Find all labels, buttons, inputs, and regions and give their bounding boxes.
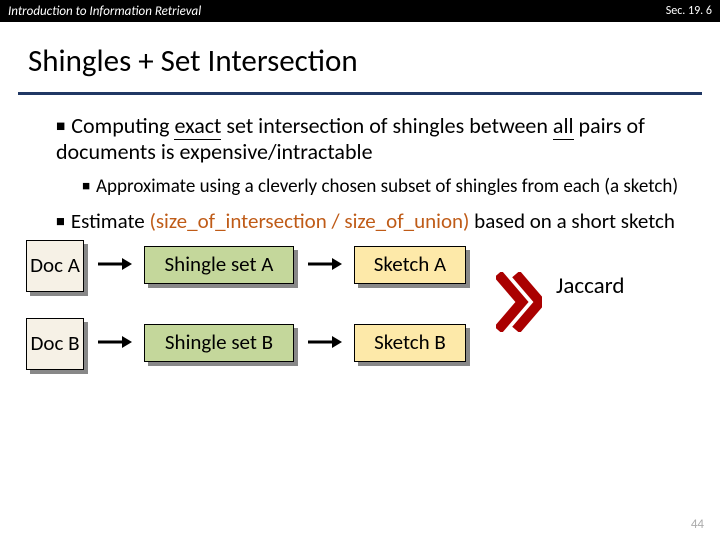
box-shingle-a: Shingle set A xyxy=(144,246,294,284)
arrow-icon xyxy=(306,332,342,352)
bullet-1: ■ Computing exact set intersection of shi… xyxy=(56,113,692,166)
bullet-3: ■ Estimate (size_of_intersection / size_o… xyxy=(56,209,692,234)
page-number: 44 xyxy=(691,517,704,532)
topbar: Introduction to Information Retrieval Se… xyxy=(0,0,720,22)
b3-text-post: based on a short sketch xyxy=(469,208,674,234)
box-sketch-a: Sketch A xyxy=(354,246,466,284)
chevron-right-icon xyxy=(496,272,542,337)
b1-text-mid: set intersection of shingles between xyxy=(221,112,552,139)
arrow-icon xyxy=(96,254,132,274)
page-title: Shingles + Set Intersection xyxy=(28,42,700,80)
box-doc-a: Doc A xyxy=(26,240,84,292)
b3-text-orange: (size_of_intersection / size_of_union) xyxy=(149,208,469,234)
bullet-icon: ■ xyxy=(56,118,65,135)
b3-text-pre: Estimate xyxy=(71,208,150,234)
bullet-icon: ■ xyxy=(56,214,65,230)
bullet-icon: ■ xyxy=(82,178,90,193)
b1-u2: all xyxy=(553,112,574,140)
b1-u1: exact xyxy=(174,112,221,140)
flow-diagram: Doc A Shingle set A Sketch A Doc B Shing… xyxy=(26,240,666,390)
bullet-2: ■ Approximate using a cleverly chosen sub… xyxy=(82,176,692,199)
title-area: Shingles + Set Intersection xyxy=(0,22,720,88)
box-sketch-b: Sketch B xyxy=(354,324,466,362)
jaccard-label: Jaccard xyxy=(556,272,624,300)
section-label: Sec. 19. 6 xyxy=(666,4,712,18)
b1-text-pre: Computing xyxy=(71,112,174,139)
box-doc-b: Doc B xyxy=(26,318,84,370)
box-shingle-b: Shingle set B xyxy=(144,324,294,362)
arrow-icon xyxy=(306,254,342,274)
b2-text: Approximate using a cleverly chosen subs… xyxy=(96,175,678,198)
arrow-icon xyxy=(96,332,132,352)
course-title: Introduction to Information Retrieval xyxy=(8,4,201,19)
body-content: ■ Computing exact set intersection of shi… xyxy=(0,95,720,390)
